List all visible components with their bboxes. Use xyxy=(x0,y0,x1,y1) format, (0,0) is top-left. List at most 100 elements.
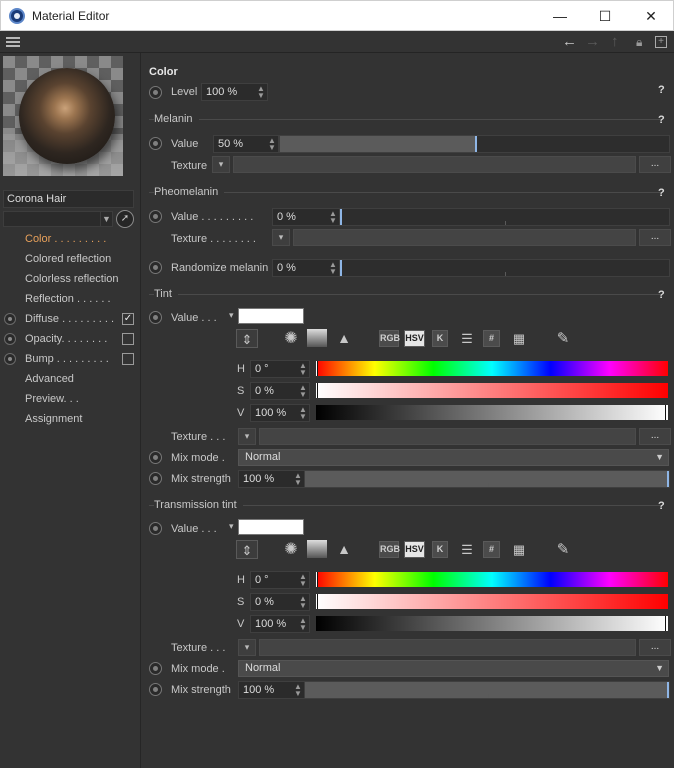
randomize-slider-handle[interactable] xyxy=(340,260,342,276)
sidebar-item-animate-radio[interactable] xyxy=(4,313,16,325)
image-picker-icon[interactable]: ▲ xyxy=(333,540,355,559)
melanin-value-input[interactable]: 50 % ▲ ▼ xyxy=(213,135,279,153)
material-name-field[interactable]: Corona Hair xyxy=(3,190,134,208)
color-wheel-icon[interactable]: ✺ xyxy=(280,329,302,348)
transmission-texture-slot[interactable] xyxy=(259,639,636,656)
sidebar-item-2[interactable]: Colorless reflection xyxy=(25,270,135,288)
tint-mix-strength-slider[interactable] xyxy=(304,470,670,488)
mixer-icon[interactable]: ☰ xyxy=(456,329,478,348)
tint-value-cursor[interactable] xyxy=(664,405,666,420)
up-arrow-icon[interactable]: ↑ xyxy=(611,33,619,50)
tint-mix-strength-radio[interactable] xyxy=(149,472,162,485)
sidebar-item-5[interactable]: Opacity. . . . . . . . xyxy=(25,330,135,348)
hex-mode-button[interactable]: # xyxy=(483,330,500,347)
transmission-value-bar[interactable] xyxy=(316,616,668,631)
minimize-button[interactable]: — xyxy=(537,1,583,31)
transmission-v-spinner-icon[interactable]: ▲ ▼ xyxy=(299,617,307,632)
sidebar-item-3[interactable]: Reflection . . . . . . xyxy=(25,290,135,308)
melanin-animate-radio[interactable] xyxy=(149,137,162,150)
pick-cursor-icon[interactable]: ➚ xyxy=(116,210,134,228)
transmission-mix-strength-input[interactable]: 100 % ▲ ▼ xyxy=(238,681,305,699)
help-icon[interactable]: ? xyxy=(658,84,665,96)
level-spinner-icon[interactable]: ▲ ▼ xyxy=(257,85,265,100)
tint-mix-strength-spinner-icon[interactable]: ▲ ▼ xyxy=(294,472,302,487)
eyedropper-icon[interactable]: ✎ xyxy=(552,329,574,348)
tint-s-input[interactable]: 0 % ▲ ▼ xyxy=(250,382,310,400)
sidebar-item-enable-checkbox[interactable] xyxy=(122,333,134,345)
tint-hue-cursor[interactable] xyxy=(316,361,318,376)
pheomelanin-spinner-icon[interactable]: ▲ ▼ xyxy=(329,210,337,225)
sidebar-item-animate-radio[interactable] xyxy=(4,333,16,345)
transmission-h-input[interactable]: 0 ° ▲ ▼ xyxy=(250,571,310,589)
tint-h-spinner-icon[interactable]: ▲ ▼ xyxy=(299,362,307,377)
swatch-grid-icon[interactable]: ▦ xyxy=(508,329,530,348)
pheomelanin-texture-menu-button[interactable]: ▾ xyxy=(272,229,290,246)
color-picker-collapse-icon[interactable]: ⇕ xyxy=(236,540,258,559)
maximize-button[interactable]: ☐ xyxy=(582,1,628,31)
color-spectrum-icon[interactable] xyxy=(307,540,327,558)
swatch-grid-icon[interactable]: ▦ xyxy=(508,540,530,559)
transmission-texture-menu-button[interactable]: ▾ xyxy=(238,639,256,656)
randomize-melanin-slider[interactable] xyxy=(339,259,670,277)
sidebar-item-7[interactable]: Advanced xyxy=(25,370,135,388)
tint-saturation-cursor[interactable] xyxy=(316,383,318,398)
sidebar-item-6[interactable]: Bump . . . . . . . . . xyxy=(25,350,135,368)
eyedropper-icon[interactable]: ✎ xyxy=(552,540,574,559)
tint-mix-mode-radio[interactable] xyxy=(149,451,162,464)
tint-hue-bar[interactable] xyxy=(316,361,668,376)
tint-animate-radio[interactable] xyxy=(149,311,162,324)
randomize-animate-radio[interactable] xyxy=(149,261,162,274)
transmission-s-spinner-icon[interactable]: ▲ ▼ xyxy=(299,595,307,610)
tint-mix-mode-select[interactable]: Normal ▼ xyxy=(238,449,669,466)
melanin-texture-slot[interactable] xyxy=(233,156,636,173)
transmission-mix-strength-radio[interactable] xyxy=(149,683,162,696)
transmission-tint-help-icon[interactable]: ? xyxy=(658,500,665,512)
transmission-s-input[interactable]: 0 % ▲ ▼ xyxy=(250,593,310,611)
pheomelanin-help-icon[interactable]: ? xyxy=(658,187,665,199)
tint-help-icon[interactable]: ? xyxy=(658,289,665,301)
randomize-spinner-icon[interactable]: ▲ ▼ xyxy=(329,261,337,276)
sidebar-item-1[interactable]: Colored reflection xyxy=(25,250,135,268)
sidebar-item-9[interactable]: Assignment xyxy=(25,410,135,428)
tint-v-input[interactable]: 100 % ▲ ▼ xyxy=(250,404,310,422)
tint-texture-menu-button[interactable]: ▾ xyxy=(238,428,256,445)
tint-texture-more-button[interactable]: ... xyxy=(639,428,671,445)
melanin-texture-more-button[interactable]: ... xyxy=(639,156,671,173)
back-arrow-icon[interactable]: ← xyxy=(562,33,577,50)
transmission-hue-bar[interactable] xyxy=(316,572,668,587)
transmission-saturation-cursor[interactable] xyxy=(316,594,318,609)
color-picker-collapse-icon[interactable]: ⇕ xyxy=(236,329,258,348)
pheomelanin-texture-more-button[interactable]: ... xyxy=(639,229,671,246)
tint-saturation-bar[interactable] xyxy=(316,383,668,398)
sidebar-item-8[interactable]: Preview. . . xyxy=(25,390,135,408)
transmission-mix-strength-handle[interactable] xyxy=(667,682,669,698)
tint-value-bar[interactable] xyxy=(316,405,668,420)
transmission-h-spinner-icon[interactable]: ▲ ▼ xyxy=(299,573,307,588)
transmission-saturation-bar[interactable] xyxy=(316,594,668,609)
transmission-mix-mode-select[interactable]: Normal ▼ xyxy=(238,660,669,677)
tint-s-spinner-icon[interactable]: ▲ ▼ xyxy=(299,384,307,399)
mixer-icon[interactable]: ☰ xyxy=(456,540,478,559)
pheomelanin-slider[interactable] xyxy=(339,208,670,226)
tint-expand-icon[interactable]: ▾ xyxy=(229,310,234,321)
sidebar-item-enable-checkbox[interactable] xyxy=(122,353,134,365)
pheomelanin-slider-handle[interactable] xyxy=(340,209,342,225)
melanin-slider[interactable] xyxy=(279,135,670,153)
lock-icon[interactable]: 🔒︎ xyxy=(636,35,642,50)
level-animate-radio[interactable] xyxy=(149,86,162,99)
melanin-slider-handle[interactable] xyxy=(475,136,477,152)
forward-arrow-icon[interactable]: → xyxy=(585,33,600,50)
pheomelanin-value-input[interactable]: 0 % ▲ ▼ xyxy=(272,208,340,226)
transmission-texture-more-button[interactable]: ... xyxy=(639,639,671,656)
hsv-mode-button[interactable]: HSV xyxy=(404,541,425,558)
sidebar-item-4[interactable]: Diffuse . . . . . . . . . xyxy=(25,310,135,328)
randomize-melanin-input[interactable]: 0 % ▲ ▼ xyxy=(272,259,340,277)
color-spectrum-icon[interactable] xyxy=(307,329,327,347)
kelvin-mode-button[interactable]: K xyxy=(432,330,448,347)
hex-mode-button[interactable]: # xyxy=(483,541,500,558)
sidebar-item-animate-radio[interactable] xyxy=(4,353,16,365)
transmission-v-input[interactable]: 100 % ▲ ▼ xyxy=(250,615,310,633)
tint-texture-slot[interactable] xyxy=(259,428,636,445)
transmission-tint-animate-radio[interactable] xyxy=(149,522,162,535)
tint-mix-strength-handle[interactable] xyxy=(667,471,669,487)
